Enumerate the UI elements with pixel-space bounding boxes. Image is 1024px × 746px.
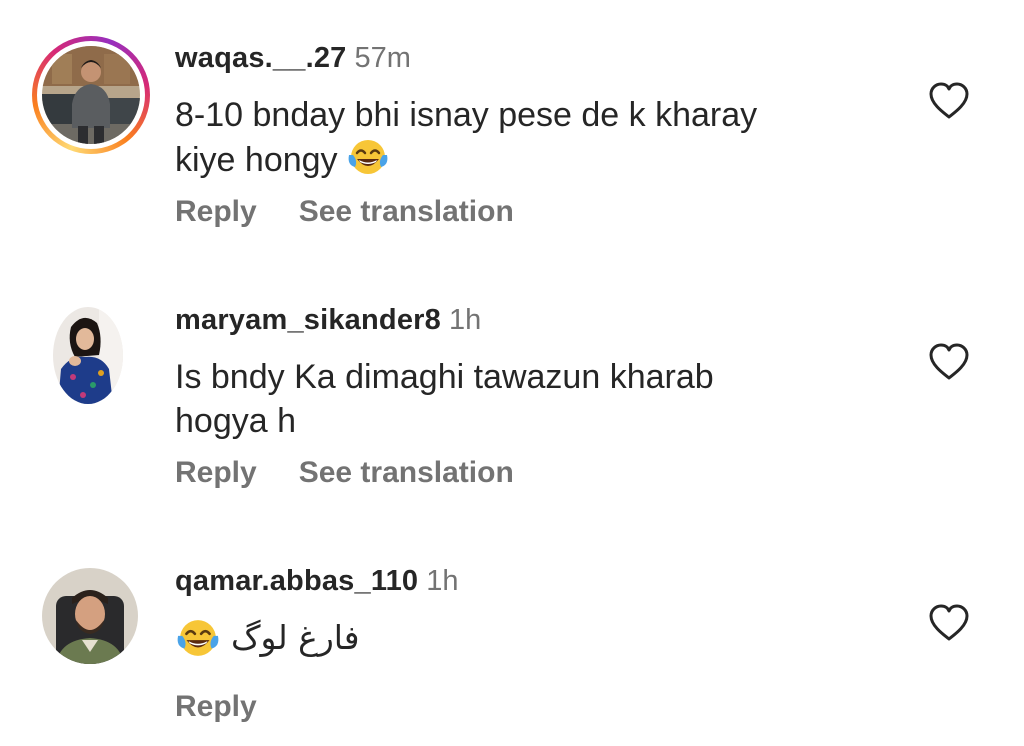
tears-of-joy-emoji-icon (347, 137, 389, 188)
tears-of-joy-emoji-icon (175, 617, 221, 670)
comment-text: Is bndy Ka dimaghi tawazun kharab hogya … (175, 355, 875, 443)
avatar[interactable] (42, 46, 140, 144)
comment-text-line: hogya h (175, 402, 296, 440)
username[interactable]: maryam_sikander8 (175, 304, 441, 336)
comment-text-line: Is bndy Ka dimaghi tawazun kharab (175, 358, 714, 396)
comment-text: فارغ لوگ (175, 616, 875, 670)
see-translation-button[interactable]: See translation (299, 456, 514, 489)
comment-text-line: kiye hongy (175, 137, 875, 188)
comment-text-line: 8-10 bnday bhi isnay pese de k kharay (175, 96, 758, 134)
username[interactable]: qamar.abbas_110 (175, 565, 418, 597)
comment-actions: Reply (175, 692, 257, 722)
comment-actions: Reply See translation (175, 197, 514, 227)
comment-actions: Reply See translation (175, 458, 514, 488)
comment-text: 8-10 bnday bhi isnay pese de k kharay ki… (175, 93, 875, 188)
comment-text-line: فارغ لوگ (231, 618, 360, 657)
timestamp: 57m (354, 42, 411, 74)
reply-button[interactable]: Reply (175, 690, 257, 723)
comment-header: waqas.__.27 57m (175, 44, 411, 73)
see-translation-button[interactable]: See translation (299, 195, 514, 228)
timestamp: 1h (426, 565, 459, 597)
heart-outline-icon[interactable] (928, 343, 970, 381)
comment-header: maryam_sikander8 1h (175, 306, 481, 335)
avatar[interactable] (53, 307, 123, 404)
comment-header: qamar.abbas_110 1h (175, 567, 459, 596)
story-ring[interactable] (32, 36, 150, 154)
reply-button[interactable]: Reply (175, 456, 257, 489)
heart-outline-icon[interactable] (928, 604, 970, 642)
comment-text-fragment: kiye hongy (175, 141, 338, 179)
timestamp: 1h (448, 304, 482, 336)
username[interactable]: waqas.__.27 (175, 42, 347, 74)
reply-button[interactable]: Reply (175, 195, 257, 228)
avatar[interactable] (42, 568, 138, 664)
heart-outline-icon[interactable] (928, 82, 970, 120)
